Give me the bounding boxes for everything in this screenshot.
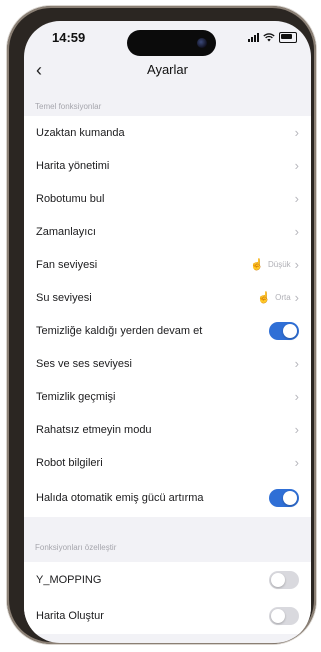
row-label: Ses ve ses seviyesi xyxy=(36,357,132,370)
row-label: Robotumu bul xyxy=(36,192,105,205)
toggle-knob xyxy=(271,573,285,587)
row-do-not-disturb[interactable]: Rahatsız etmeyin modu › xyxy=(24,413,311,446)
row-timer[interactable]: Zamanlayıcı › xyxy=(24,215,311,248)
nav-bar: ‹ Ayarlar xyxy=(24,55,311,85)
chevron-right-icon: › xyxy=(294,455,299,470)
toggle-knob xyxy=(271,609,285,623)
status-icons xyxy=(248,32,297,43)
chevron-right-icon: › xyxy=(294,356,299,371)
chevron-right-icon: › xyxy=(294,257,299,272)
row-label: Y_MOPPING xyxy=(36,574,102,586)
camera-icon xyxy=(197,38,207,48)
phone-frame: 14:59 ‹ Ayarlar Temel fonksiyonlar Uzakt… xyxy=(7,6,316,644)
chevron-right-icon: › xyxy=(294,191,299,206)
row-label: Uzaktan kumanda xyxy=(36,126,125,139)
row-y-mopping: Y_MOPPING xyxy=(24,562,311,598)
row-robot-info[interactable]: Robot bilgileri › xyxy=(24,446,311,479)
wifi-icon xyxy=(263,33,275,42)
page-title: Ayarlar xyxy=(147,62,188,77)
dynamic-island xyxy=(127,30,216,56)
create-map-toggle[interactable] xyxy=(269,607,299,625)
row-create-map: Harita Oluştur xyxy=(24,598,311,634)
row-label: Harita Oluştur xyxy=(36,610,104,622)
chevron-right-icon: › xyxy=(294,224,299,239)
row-remote-control[interactable]: Uzaktan kumanda › xyxy=(24,116,311,149)
water-level-value: Orta xyxy=(275,293,291,302)
row-map-management[interactable]: Harita yönetimi › xyxy=(24,149,311,182)
fan-level-value: Düşük xyxy=(267,260,291,269)
signal-icon xyxy=(248,33,259,42)
y-mopping-toggle[interactable] xyxy=(269,571,299,589)
row-fan-level[interactable]: Fan seviyesi ☝ Düşük › xyxy=(24,248,311,281)
carpet-boost-toggle[interactable] xyxy=(269,489,299,507)
row-label: Robot bilgileri xyxy=(36,456,103,469)
chevron-right-icon: › xyxy=(294,158,299,173)
row-find-robot[interactable]: Robotumu bul › xyxy=(24,182,311,215)
row-label: Harita yönetimi xyxy=(36,159,110,172)
section-header-basic: Temel fonksiyonlar xyxy=(35,102,102,111)
toggle-knob xyxy=(283,323,297,338)
row-label: Fan seviyesi xyxy=(36,258,98,271)
chevron-right-icon: › xyxy=(294,290,299,305)
screen: 14:59 ‹ Ayarlar Temel fonksiyonlar Uzakt… xyxy=(24,21,311,643)
row-carpet-boost: Halıda otomatik emiş gücü artırma xyxy=(24,479,311,517)
hand-tap-icon: ☝ xyxy=(257,292,272,304)
row-label: Halıda otomatik emiş gücü artırma xyxy=(36,492,204,504)
status-time: 14:59 xyxy=(52,30,86,45)
resume-cleaning-toggle[interactable] xyxy=(269,321,299,340)
section-header-custom: Fonksiyonları özelleştir xyxy=(35,543,117,552)
row-water-level[interactable]: Su seviyesi ☝ Orta › xyxy=(24,281,311,314)
row-label: Su seviyesi xyxy=(36,291,92,304)
toggle-knob xyxy=(283,491,297,505)
row-resume-cleaning: Temizliğe kaldığı yerden devam et xyxy=(24,314,311,347)
row-label: Zamanlayıcı xyxy=(36,225,96,238)
hand-tap-icon: ☝ xyxy=(250,259,264,271)
row-label: Temizlik geçmişi xyxy=(36,390,116,403)
row-cleaning-history[interactable]: Temizlik geçmişi › xyxy=(24,380,311,413)
row-label: Temizliğe kaldığı yerden devam et xyxy=(36,324,203,337)
chevron-right-icon: › xyxy=(294,389,299,404)
row-sound-volume[interactable]: Ses ve ses seviyesi › xyxy=(24,347,311,380)
battery-icon xyxy=(279,32,297,43)
chevron-right-icon: › xyxy=(294,422,299,437)
row-label: Rahatsız etmeyin modu xyxy=(36,423,152,436)
chevron-right-icon: › xyxy=(294,125,299,140)
